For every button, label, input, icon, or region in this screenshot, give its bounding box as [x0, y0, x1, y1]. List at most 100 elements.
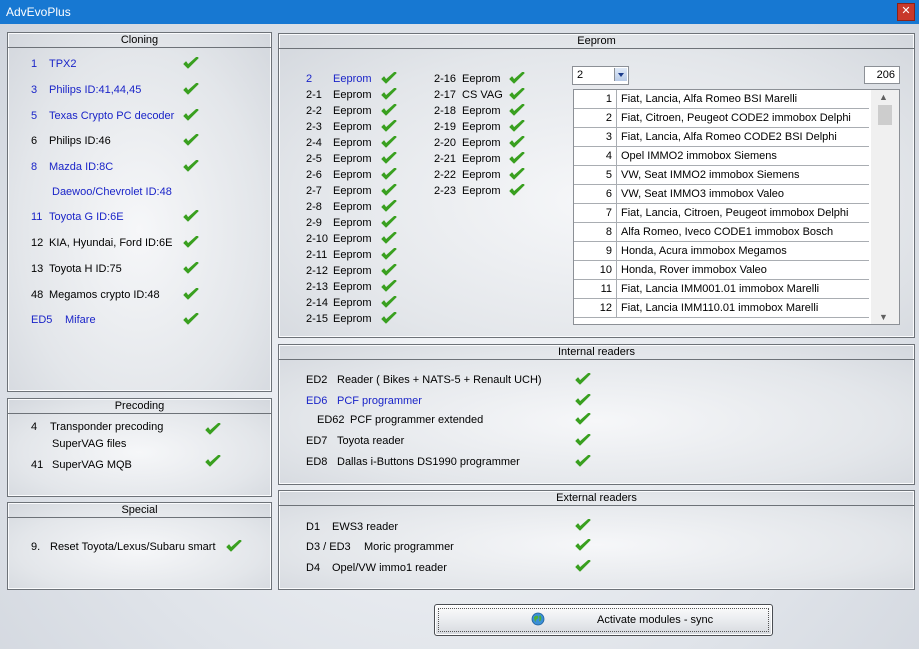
- eeprom-item-label: Eeprom: [333, 249, 372, 261]
- list-item[interactable]: 6 VW, Seat IMMO3 immobox Valeo: [574, 185, 869, 204]
- cloning-item-label: Toyota G ID:6E: [49, 211, 124, 223]
- list-item[interactable]: 8 Alfa Romeo, Iveco CODE1 immobox Bosch: [574, 223, 869, 242]
- check-icon: [183, 160, 199, 174]
- external-reader-label: Opel/VW immo1 reader: [332, 562, 447, 574]
- cloning-item-label: Mazda ID:8C: [49, 161, 114, 173]
- eeprom-count-field: 206: [864, 66, 900, 84]
- title-bar: AdvEvoPlus ✕: [0, 0, 919, 24]
- check-icon: [381, 136, 397, 150]
- eeprom-item-id: 2-14: [306, 297, 329, 309]
- eeprom-item-id: 2-23: [434, 185, 457, 197]
- eeprom-item-id: 2-10: [306, 233, 329, 245]
- check-icon: [509, 184, 525, 198]
- list-item-text: Fiat, Lancia, Alfa Romeo BSI Marelli: [621, 93, 798, 105]
- check-icon: [381, 184, 397, 198]
- list-item[interactable]: 12 Fiat, Lancia IMM110.01 immobox Marelli: [574, 299, 869, 318]
- eeprom-select[interactable]: 2: [572, 66, 629, 85]
- eeprom-item-label: Eeprom: [333, 217, 372, 229]
- check-icon: [575, 519, 591, 533]
- check-icon: [575, 539, 591, 553]
- eeprom-item-id: 2-22: [434, 169, 457, 181]
- list-item-number-text: 11: [600, 283, 612, 295]
- check-icon: [381, 152, 397, 166]
- list-item-text: Fiat, Lancia IMM001.01 immobox Marelli: [621, 283, 820, 295]
- close-button[interactable]: ✕: [897, 3, 915, 21]
- list-item-number-text: 4: [605, 150, 612, 162]
- eeprom-item-label: Eeprom: [462, 169, 501, 181]
- eeprom-item-id: 2-1: [306, 89, 322, 101]
- cloning-item-label: Toyota H ID:75: [49, 263, 122, 275]
- eeprom-item-id: 2-12: [306, 265, 329, 277]
- eeprom-item-id: 2-20: [434, 137, 457, 149]
- eeprom-item-label: Eeprom: [333, 281, 372, 293]
- eeprom-item-label: Eeprom: [462, 137, 501, 149]
- external-readers-title: External readers: [279, 491, 914, 506]
- scroll-up-icon[interactable]: ▲: [879, 92, 889, 102]
- list-item-number: 5: [574, 166, 617, 184]
- internal-reader-label: PCF programmer extended: [350, 414, 484, 426]
- check-icon: [575, 455, 591, 469]
- eeprom-item-label: Eeprom: [462, 105, 501, 117]
- list-item-text: Honda, Acura immobox Megamos: [621, 245, 787, 257]
- list-item-text: Fiat, Lancia IMM110.01 immobox Marelli: [621, 302, 819, 314]
- internal-reader-label: PCF programmer: [337, 395, 422, 407]
- eeprom-item-id: 2-5: [306, 153, 322, 165]
- eeprom-item-label: Eeprom: [333, 121, 372, 133]
- precoding-title: Precoding: [8, 399, 271, 414]
- list-item[interactable]: 4 Opel IMMO2 immobox Siemens: [574, 147, 869, 166]
- list-item-text: Fiat, Citroen, Peugeot CODE2 immobox Del…: [621, 112, 851, 124]
- check-icon: [509, 168, 525, 182]
- eeprom-item-id: 2-8: [306, 201, 322, 213]
- list-item[interactable]: 1 Fiat, Lancia, Alfa Romeo BSI Marelli: [574, 90, 869, 109]
- eeprom-item-id: 2-7: [306, 185, 322, 197]
- list-item-number-text: 10: [599, 264, 612, 276]
- internal-reader-label: Reader ( Bikes + NATS-5 + Renault UCH): [337, 374, 542, 386]
- cloning-item-label: Mifare: [65, 314, 96, 326]
- external-reader-id: D3 / ED3: [306, 541, 351, 553]
- check-icon: [381, 72, 397, 86]
- eeprom-item-id: 2-16: [434, 73, 457, 85]
- check-icon: [509, 136, 525, 150]
- check-icon: [183, 262, 199, 276]
- list-item-number: 7: [574, 204, 617, 222]
- internal-reader-id: ED8: [306, 456, 328, 468]
- list-item[interactable]: 10 Honda, Rover immobox Valeo: [574, 261, 869, 280]
- internal-reader-label: Dallas i-Buttons DS1990 programmer: [337, 456, 520, 468]
- list-item-number: 3: [574, 128, 617, 146]
- eeprom-item-id: 2-9: [306, 217, 322, 229]
- list-item[interactable]: 5 VW, Seat IMMO2 immobox Siemens: [574, 166, 869, 185]
- list-item[interactable]: 11 Fiat, Lancia IMM001.01 immobox Marelli: [574, 280, 869, 299]
- list-item-number-text: 5: [605, 169, 612, 181]
- cloning-item-id: 1: [31, 58, 38, 70]
- scroll-thumb[interactable]: [878, 105, 892, 125]
- list-item[interactable]: 7 Fiat, Lancia, Citroen, Peugeot immobox …: [574, 204, 869, 223]
- cloning-item-id: 8: [31, 161, 38, 173]
- list-scrollbar[interactable]: ▲ ▼: [871, 90, 899, 324]
- eeprom-item-id: 2-13: [306, 281, 329, 293]
- check-icon: [575, 560, 591, 574]
- check-icon: [183, 109, 199, 123]
- scroll-down-icon[interactable]: ▼: [879, 312, 889, 322]
- list-item-text: VW, Seat IMMO3 immobox Valeo: [621, 188, 785, 200]
- eeprom-count: 206: [876, 69, 895, 81]
- window-title: AdvEvoPlus: [6, 5, 71, 19]
- eeprom-item-id: 2-15: [306, 313, 329, 325]
- list-item-number: 1: [574, 90, 617, 108]
- check-icon: [381, 120, 397, 134]
- eeprom-item-id: 2-3: [306, 121, 322, 133]
- list-item-number: 4: [574, 147, 617, 165]
- list-item[interactable]: 9 Honda, Acura immobox Megamos: [574, 242, 869, 261]
- check-icon: [381, 280, 397, 294]
- list-item[interactable]: 3 Fiat, Lancia, Alfa Romeo CODE2 BSI Delp…: [574, 128, 869, 147]
- chevron-down-icon[interactable]: [614, 68, 627, 81]
- list-item[interactable]: 2 Fiat, Citroen, Peugeot CODE2 immobox De…: [574, 109, 869, 128]
- activate-modules-button[interactable]: Activate modules - sync: [434, 604, 773, 636]
- check-icon: [509, 88, 525, 102]
- check-icon: [183, 210, 199, 224]
- check-icon: [183, 83, 199, 97]
- eeprom-item-id: 2-4: [306, 137, 322, 149]
- precoding-item-label: SuperVAG MQB: [52, 459, 132, 471]
- eeprom-list[interactable]: 1 Fiat, Lancia, Alfa Romeo BSI Marelli 2 Fi…: [573, 89, 900, 325]
- check-icon: [509, 120, 525, 134]
- special-item-label: Reset Toyota/Lexus/Subaru smart: [50, 541, 216, 553]
